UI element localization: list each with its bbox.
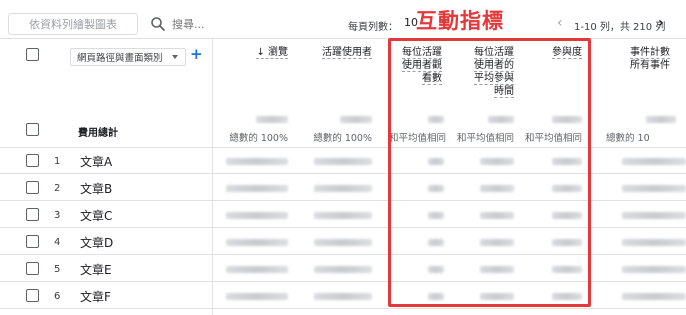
- column-header-label: 活躍使用者: [322, 47, 372, 59]
- row-label[interactable]: 文章E: [80, 261, 112, 278]
- blurred-value: [646, 116, 676, 123]
- blurred-value: [622, 266, 686, 273]
- row-checkbox[interactable]: [26, 262, 39, 275]
- dimension-selector-label: 網頁路徑與畫面類別: [77, 53, 163, 64]
- blurred-value: [340, 116, 372, 123]
- blurred-value: [314, 239, 372, 246]
- chevron-down-icon[interactable]: [172, 55, 178, 59]
- blurred-value: [226, 212, 288, 219]
- row-label[interactable]: 文章D: [80, 234, 113, 251]
- row-checkbox[interactable]: [26, 208, 39, 221]
- blurred-value: [314, 158, 372, 165]
- blurred-value: [226, 293, 288, 300]
- blurred-value: [256, 116, 288, 123]
- select-all-checkbox[interactable]: [26, 48, 39, 61]
- row-number: 6: [54, 291, 61, 302]
- blurred-value: [314, 185, 372, 192]
- row-label[interactable]: 文章B: [80, 180, 112, 197]
- row-checkbox[interactable]: [26, 181, 39, 194]
- row-number: 3: [54, 210, 61, 221]
- blurred-value: [622, 239, 686, 246]
- highlight-box: [388, 38, 591, 307]
- row-number: 4: [54, 237, 61, 248]
- blurred-value: [314, 293, 372, 300]
- totals-row-checkbox[interactable]: [26, 123, 39, 136]
- totals-row-label: 費用總計: [78, 128, 118, 139]
- rows-per-page-label: 每頁列數：: [348, 22, 398, 33]
- column-header-active-users[interactable]: 活躍使用者: [300, 46, 372, 59]
- row-number: 2: [54, 183, 61, 194]
- blurred-value: [226, 185, 288, 192]
- blurred-value: [622, 293, 686, 300]
- blurred-value: [622, 185, 686, 192]
- highlight-annotation-title: 互動指標: [416, 9, 504, 33]
- column-divider: [212, 38, 213, 315]
- divider: [0, 308, 686, 309]
- column-header-event-count[interactable]: 事件計數 所有事件: [600, 46, 670, 72]
- blurred-value: [314, 266, 372, 273]
- search-input[interactable]: [172, 15, 312, 33]
- plus-icon[interactable]: +: [190, 45, 203, 63]
- row-number: 1: [54, 156, 61, 167]
- column-header-label: ↓ 瀏覽: [256, 47, 288, 59]
- row-checkbox[interactable]: [26, 154, 39, 167]
- total-subtext: 總數的 10: [606, 133, 650, 144]
- row-label[interactable]: 文章F: [80, 288, 111, 305]
- blurred-value: [622, 212, 686, 219]
- total-subtext: 總數的 100%: [313, 133, 372, 144]
- total-subtext: 總數的 100%: [229, 133, 288, 144]
- blurred-value: [226, 158, 288, 165]
- chart-rows-button[interactable]: 依資料列繪製圖表: [8, 13, 138, 35]
- next-page-button[interactable]: ›: [658, 15, 664, 31]
- column-header-views[interactable]: ↓ 瀏覽: [222, 46, 288, 59]
- row-checkbox[interactable]: [26, 235, 39, 248]
- column-header-sublabel: 所有事件: [630, 60, 670, 71]
- row-label[interactable]: 文章A: [80, 153, 112, 170]
- search-icon: [151, 17, 165, 31]
- pagination-status: 1-10 列，共 210 列: [574, 22, 666, 33]
- row-label[interactable]: 文章C: [80, 207, 112, 224]
- row-checkbox[interactable]: [26, 289, 39, 302]
- blurred-value: [622, 158, 686, 165]
- blurred-value: [226, 239, 288, 246]
- blurred-value: [314, 212, 372, 219]
- blurred-value: [226, 266, 288, 273]
- column-header-label: 事件計數: [630, 47, 670, 59]
- row-number: 5: [54, 264, 61, 275]
- prev-page-button[interactable]: ‹: [557, 15, 563, 31]
- dimension-selector[interactable]: 網頁路徑與畫面類別: [70, 48, 186, 66]
